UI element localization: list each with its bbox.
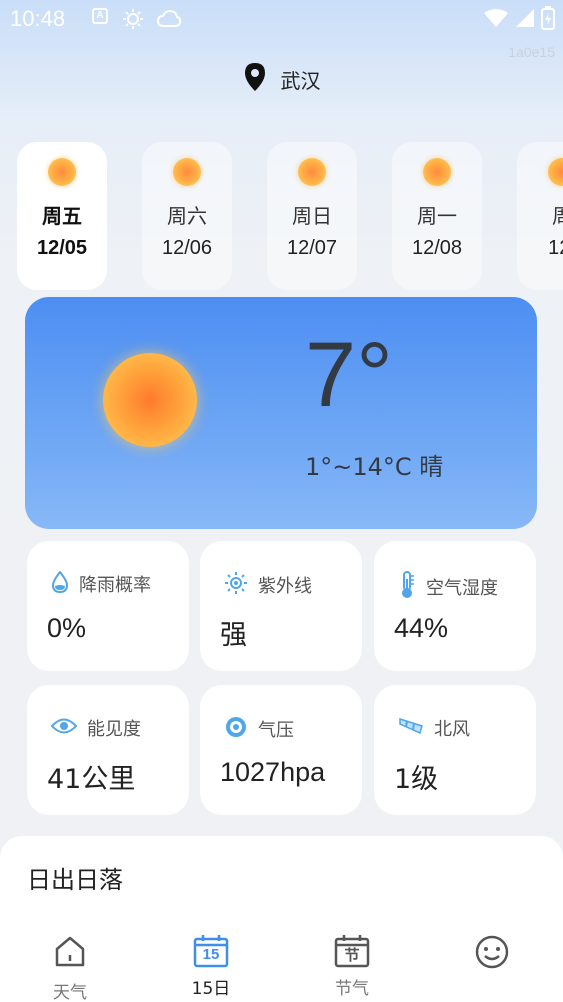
- keyboard-a-icon: A: [92, 8, 108, 24]
- metric-value: 强: [220, 620, 247, 651]
- wifi-icon: [483, 8, 509, 32]
- day-name: 周一: [417, 204, 457, 228]
- status-bar: 10:48 A: [0, 0, 563, 40]
- sunny-icon: [48, 158, 76, 186]
- day-name: 周: [552, 204, 563, 228]
- metric-label: 空气湿度: [426, 578, 498, 599]
- windsock-icon: [398, 716, 424, 740]
- metric-visibility: 能见度 41公里: [27, 685, 189, 815]
- nav-label: 15日: [191, 979, 231, 999]
- sunny-icon: [298, 158, 326, 186]
- temperature-range: 1°~14°C 晴: [305, 453, 444, 481]
- house-icon: [53, 934, 87, 972]
- smiley-icon: [474, 934, 510, 974]
- location-header[interactable]: 武汉: [0, 62, 563, 96]
- metric-humidity: 空气湿度 44%: [374, 541, 536, 671]
- day-date: 12/06: [161, 237, 213, 259]
- section-title: 日出日落: [27, 866, 123, 894]
- day-name: 周五: [42, 204, 82, 228]
- sunny-large-icon: [103, 353, 197, 447]
- nav-weather[interactable]: 天气: [25, 934, 115, 1002]
- uv-sun-icon: [224, 571, 248, 599]
- metric-label: 北风: [434, 719, 470, 740]
- sun-status-icon: [122, 8, 144, 34]
- metric-pressure: 气压 1027hpa: [200, 685, 362, 815]
- nav-solar-terms[interactable]: 节 节气: [307, 934, 397, 999]
- metric-label: 降雨概率: [79, 575, 151, 596]
- sunny-icon: [548, 158, 563, 186]
- metric-value: 41公里: [47, 764, 136, 795]
- watermark: 1a0e15: [508, 44, 555, 60]
- current-temperature: 7°: [305, 324, 393, 426]
- metric-value: 1027hpa: [220, 757, 326, 787]
- nav-label: 天气: [53, 983, 87, 1002]
- metric-label: 气压: [258, 720, 294, 741]
- location-pin-icon: [243, 62, 267, 96]
- day-date: 12/08: [411, 237, 463, 259]
- battery-icon: [541, 6, 555, 34]
- sunny-icon: [173, 158, 201, 186]
- metric-value: 0%: [47, 613, 87, 643]
- metric-label: 紫外线: [258, 576, 312, 597]
- nav-label: 节气: [335, 979, 369, 999]
- current-weather-card: 7° 1°~14°C 晴: [25, 297, 537, 529]
- thermometer-icon: [398, 571, 416, 603]
- eye-icon: [50, 717, 78, 739]
- day-tab-4[interactable]: 周 12/: [517, 142, 563, 290]
- day-date: 12/: [548, 237, 563, 259]
- day-date: 12/07: [286, 237, 338, 259]
- metric-rain-probability: 降雨概率 0%: [27, 541, 189, 671]
- solar-term-icon: 节: [334, 934, 370, 968]
- pressure-icon: [224, 715, 248, 743]
- metric-label: 能见度: [87, 719, 141, 740]
- signal-icon: [515, 8, 535, 32]
- nav-profile[interactable]: [447, 934, 537, 980]
- bottom-nav: 天气 15 15日 节 节气: [0, 928, 563, 1002]
- day-tab-0[interactable]: 周五 12/05: [17, 142, 107, 290]
- status-time: 10:48: [10, 6, 66, 31]
- day-tabs: 周五 12/05 周六 12/06 周日 12/07 周一 12/08 周 12…: [17, 142, 563, 290]
- city-name: 武汉: [280, 68, 321, 93]
- cloud-status-icon: [156, 8, 182, 34]
- day-date: 12/05: [36, 237, 88, 259]
- metric-value: 44%: [394, 613, 449, 643]
- metric-value: 1级: [394, 764, 439, 795]
- day-name: 周六: [167, 204, 207, 228]
- sunny-icon: [423, 158, 451, 186]
- nav-15-day[interactable]: 15 15日: [166, 934, 256, 999]
- raindrop-icon: [51, 570, 69, 597]
- day-name: 周日: [292, 204, 332, 228]
- calendar-badge: 15: [202, 946, 220, 963]
- metric-uv: 紫外线 强: [200, 541, 362, 671]
- calendar-15-icon: 15: [193, 934, 229, 968]
- metric-wind: 北风 1级: [374, 685, 536, 815]
- day-tab-3[interactable]: 周一 12/08: [392, 142, 482, 290]
- calendar-badge: 节: [344, 946, 360, 964]
- day-tab-2[interactable]: 周日 12/07: [267, 142, 357, 290]
- day-tab-1[interactable]: 周六 12/06: [142, 142, 232, 290]
